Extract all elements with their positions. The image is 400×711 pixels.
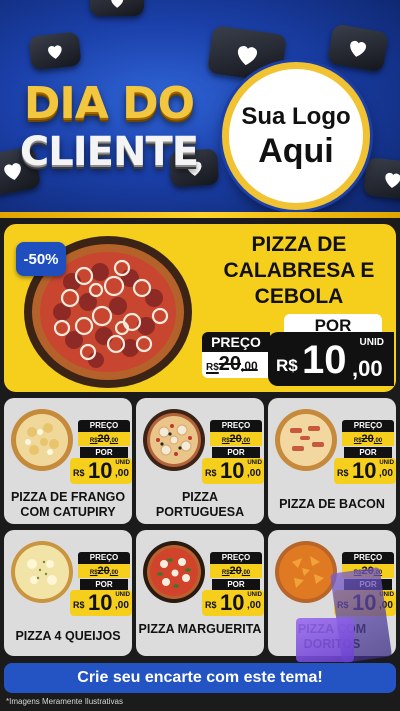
- por-label: POR: [344, 447, 392, 458]
- disclaimer-text: *Imagens Meramente Ilustrativas: [6, 697, 123, 706]
- marguerita-pizza-image: [143, 541, 205, 603]
- old-price-label: PREÇO: [202, 332, 270, 352]
- currency-symbol: R$: [276, 356, 298, 375]
- old-price: R$20,00: [78, 432, 130, 446]
- por-label: POR: [212, 447, 260, 458]
- old-price: R$20,00: [342, 432, 394, 446]
- bacon-pizza-image: [275, 409, 337, 471]
- price: R$10,00UNID: [334, 458, 396, 484]
- price-tag: PREÇO R$20,00 POR R$10,00UNID: [70, 420, 132, 486]
- featured-offer[interactable]: -50% PIZZA DE CALABRESA E CEBOLA PREÇO R…: [4, 224, 396, 392]
- product-name: PIZZA PORTUGUESA: [155, 490, 245, 519]
- old-price-label: PREÇO: [78, 420, 130, 432]
- price: R$10,00UNID: [202, 590, 264, 616]
- por-label: POR: [80, 579, 128, 590]
- price-integer: 10: [302, 338, 347, 382]
- price: R$10,00UNID: [70, 458, 132, 484]
- product-card[interactable]: PREÇO R$20,00 POR R$ 10,00 UNID PIZZA PORT…: [136, 398, 264, 524]
- old-price: R$20,00: [78, 564, 130, 578]
- old-price: R$20,00: [210, 432, 262, 446]
- create-flyer-button[interactable]: Crie seu encarte com este tema!: [4, 663, 396, 693]
- header-banner: DIA DO CLIENTE Sua Logo Aqui: [0, 0, 400, 218]
- frango-catupiry-pizza-image: [11, 409, 73, 471]
- price: R$10,00UNID: [70, 590, 132, 616]
- price: R$10,00UNID: [202, 458, 264, 484]
- old-price: R$20,00: [210, 564, 262, 578]
- unit-label: UNID: [359, 337, 384, 348]
- heart-icon: [90, 0, 144, 16]
- product-name: PIZZA DE FRANGO COM CATUPIRY: [10, 490, 126, 519]
- product-card[interactable]: PREÇO R$20,00 POR R$ 10,00 UNID PIZZA DE B…: [268, 398, 396, 524]
- campaign-title: DIA DO CLIENTE: [14, 78, 204, 175]
- product-card[interactable]: PREÇO R$20,00 POR R$ 10,00 UNID PIZZA 4 QU…: [4, 530, 132, 656]
- logo-text-line-1: Sua Logo: [241, 103, 351, 130]
- product-card[interactable]: PREÇO R$20,00 POR R$ 10,00 UNID PIZZA MARG…: [136, 530, 264, 656]
- old-price-label: PREÇO: [210, 552, 262, 564]
- old-price-label: PREÇO: [342, 552, 394, 564]
- old-price-label: PREÇO: [342, 420, 394, 432]
- product-name: PIZZA DE BACON: [279, 497, 385, 511]
- heart-icon: [28, 31, 82, 71]
- price-tag: PREÇO R$20,00 POR R$10,00UNID: [70, 552, 132, 618]
- title-line-2: CLIENTE: [19, 129, 199, 175]
- price-tag: PREÇO R$20,00 POR R$10,00UNID: [202, 552, 264, 618]
- quatro-queijos-pizza-image: [11, 541, 73, 603]
- old-price: R$20,00: [206, 353, 258, 375]
- shopping-bag-decoration: [296, 618, 354, 662]
- old-price-label: PREÇO: [210, 420, 262, 432]
- product-name: PIZZA MARGUERITA: [138, 622, 262, 636]
- logo-text-line-2: Aqui: [258, 132, 334, 170]
- por-label: POR: [80, 447, 128, 458]
- price-tag: PREÇO R$20,00 POR R$10,00UNID: [202, 420, 264, 486]
- featured-product-name: PIZZA DE CALABRESA E CEBOLA: [223, 233, 375, 308]
- title-line-1: DIA DO: [23, 78, 195, 129]
- old-price-tag: PREÇO R$20,00: [202, 332, 270, 378]
- price-decimal: ,00: [352, 356, 383, 381]
- heart-icon: [326, 23, 390, 73]
- discount-badge: -50%: [16, 242, 66, 276]
- price-tag: PREÇO R$20,00 POR R$10,00UNID: [334, 420, 396, 486]
- heart-icon: [363, 157, 400, 201]
- product-name: PIZZA 4 QUEIJOS: [15, 629, 121, 643]
- product-card[interactable]: PREÇO R$20,00 POR R$ 10,00 UNID PIZZA DE F…: [4, 398, 132, 524]
- por-label: POR: [212, 579, 260, 590]
- doritos-pizza-image: [275, 541, 337, 603]
- featured-price: UNID R$ 10 ,00: [268, 332, 394, 386]
- old-price-label: PREÇO: [78, 552, 130, 564]
- portuguesa-pizza-image: [143, 409, 205, 471]
- logo-placeholder[interactable]: Sua Logo Aqui: [222, 62, 370, 210]
